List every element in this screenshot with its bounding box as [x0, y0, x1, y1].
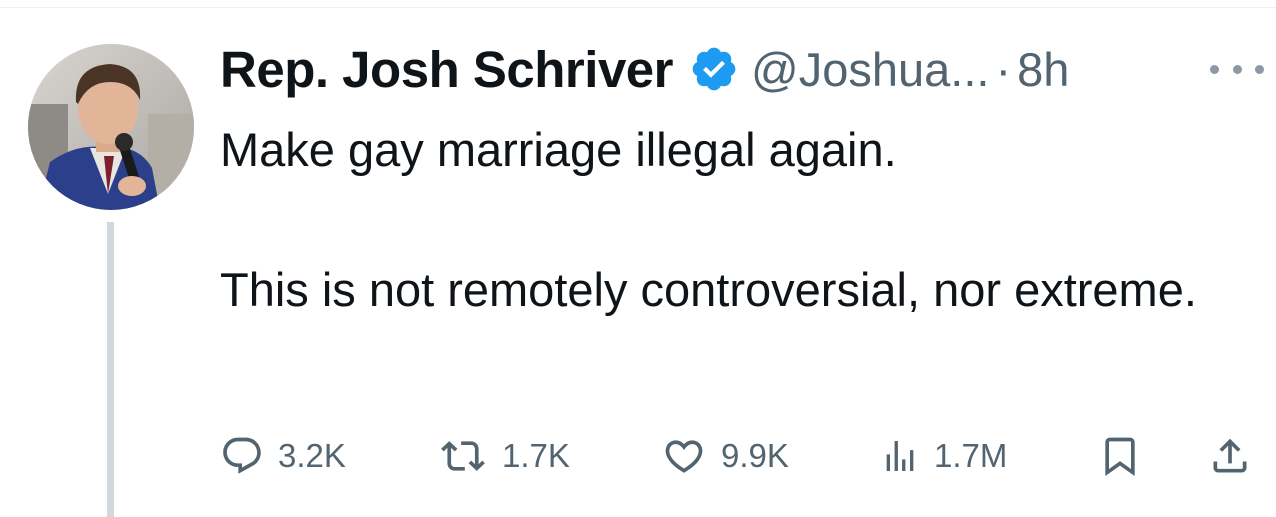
more-icon[interactable]	[1210, 54, 1264, 84]
divider	[0, 7, 1276, 8]
share-icon	[1213, 438, 1247, 473]
tweet-text-line: This is not remotely controversial, nor …	[220, 263, 1197, 316]
retweet-icon	[441, 441, 485, 471]
views-icon	[886, 441, 914, 471]
tweet-text-line: Make gay marriage illegal again.	[220, 123, 897, 176]
views-count: 1.7M	[934, 437, 1008, 474]
like-button[interactable]: 9.9K	[661, 428, 789, 484]
reply-button[interactable]: 3.2K	[220, 428, 346, 484]
tweet-text: Make gay marriage illegal again. This is…	[220, 115, 1220, 325]
retweet-button[interactable]: 1.7K	[438, 428, 570, 484]
avatar[interactable]	[28, 44, 194, 210]
share-button[interactable]	[1208, 428, 1252, 484]
thread-line	[107, 222, 114, 517]
verified-badge-icon[interactable]	[689, 44, 739, 94]
bookmark-icon	[1105, 437, 1135, 477]
timestamp[interactable]: 8h	[1017, 42, 1069, 97]
reply-count: 3.2K	[278, 437, 346, 474]
user-handle[interactable]: @Joshua...	[751, 42, 989, 97]
views-button[interactable]: 1.7M	[880, 428, 1007, 484]
reply-icon	[223, 437, 261, 474]
tweet[interactable]: Rep. Josh Schriver @Joshua... · 8h Make …	[0, 0, 1276, 517]
retweet-count: 1.7K	[502, 437, 570, 474]
bookmark-button[interactable]	[1098, 428, 1142, 484]
avatar-image	[28, 44, 194, 210]
tweet-header: Rep. Josh Schriver @Joshua... · 8h	[220, 38, 1069, 100]
heart-icon	[665, 440, 703, 473]
separator-dot: ·	[995, 42, 1012, 96]
like-count: 9.9K	[721, 437, 789, 474]
display-name[interactable]: Rep. Josh Schriver	[220, 40, 674, 99]
action-bar: 3.2K 1.7K 9.9K 1.7M	[220, 428, 1260, 484]
